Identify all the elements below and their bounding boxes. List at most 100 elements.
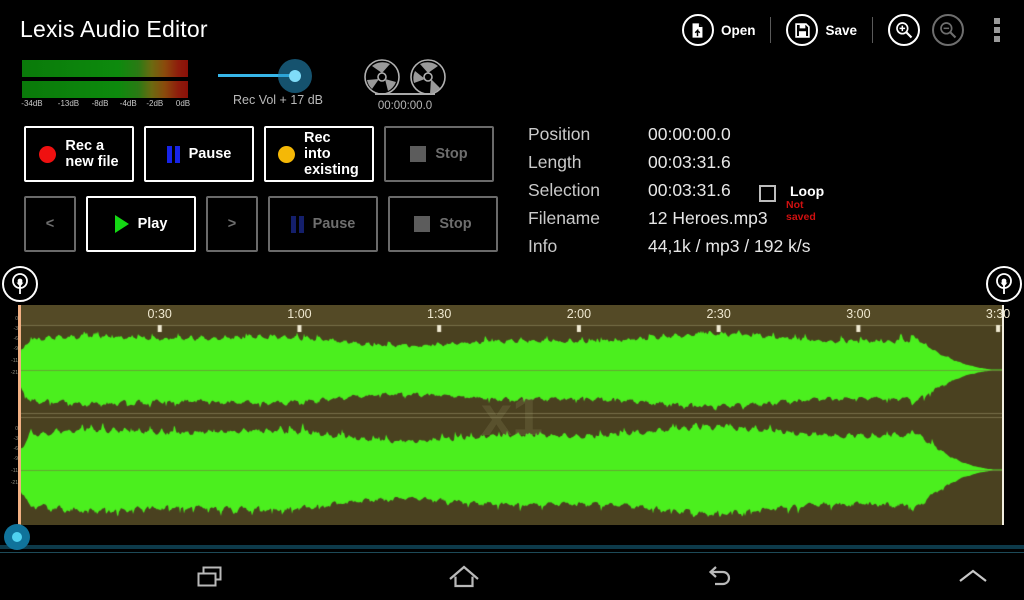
timeline-ruler[interactable]: 0:30 1:00 1:30 2:00 2:30 3:00 3:30	[20, 305, 1011, 325]
vu-scale-label: -2dB	[146, 99, 164, 108]
horizontal-scroll-track[interactable]	[0, 545, 1024, 549]
rec-volume-slider[interactable]: Rec Vol + 17 dB	[218, 58, 338, 107]
vu-meter-channel-left	[22, 60, 188, 77]
record-dot-yellow-icon	[278, 145, 295, 163]
vu-scale-label: -8dB	[91, 99, 109, 108]
vu-scale-label: -4dB	[119, 99, 137, 108]
playhead-cursor[interactable]	[18, 305, 21, 525]
vu-meter-channel-right	[22, 81, 188, 98]
timeline-label: 1:30	[427, 307, 452, 321]
top-toolbar: Open Save	[676, 8, 1010, 52]
loop-checkbox[interactable]	[759, 185, 776, 202]
rec-volume-track[interactable]	[218, 58, 338, 93]
play-pause-button-label: Pause	[312, 215, 356, 232]
play-stop-button-label: Stop	[439, 215, 472, 232]
page-title: Lexis Audio Editor	[20, 16, 208, 42]
timeline-label: 3:30	[985, 307, 1011, 321]
back-arrow-icon	[708, 565, 730, 585]
info-key: Info	[528, 236, 558, 256]
info-value: 00:03:31.6	[648, 180, 731, 200]
seek-forward-button[interactable]: >	[206, 196, 258, 252]
info-row: Selection 00:03:31.6 Loop	[528, 180, 824, 208]
transport-controls: Rec a new file Pause Rec into existing Stop…	[24, 126, 498, 252]
rec-stop-button[interactable]: Stop	[384, 126, 494, 182]
rec-into-existing-button-label: Rec into existing	[304, 129, 359, 179]
loop-label[interactable]: Loop	[790, 183, 824, 199]
android-navigation-bar	[0, 552, 1024, 600]
vu-scale-label: 0dB	[175, 99, 191, 108]
selection-pin-icon	[996, 273, 1012, 294]
info-row: Position 00:00:00.0	[528, 124, 810, 152]
play-button-label: Play	[137, 215, 168, 232]
rec-into-existing-button[interactable]: Rec into existing	[264, 126, 374, 182]
play-button[interactable]: Play	[86, 196, 196, 252]
timeline-label: 0:30	[147, 307, 172, 321]
play-stop-button[interactable]: Stop	[388, 196, 498, 252]
nav-recents-button[interactable]	[165, 553, 255, 600]
info-key: Filename	[528, 208, 600, 228]
seek-back-button-label: <	[45, 215, 55, 232]
rec-pause-button-label: Pause	[188, 145, 232, 162]
tape-reels-graphic	[360, 58, 450, 98]
open-button-label: Open	[720, 22, 756, 38]
nav-expand-button[interactable]	[928, 553, 1018, 600]
selection-start-pin[interactable]	[2, 266, 38, 302]
toolbar-divider	[770, 17, 772, 43]
stop-square-icon	[414, 216, 431, 232]
vu-scale-label: -34dB	[21, 99, 43, 108]
nav-home-button[interactable]	[419, 553, 509, 600]
seek-back-button[interactable]: <	[24, 196, 76, 252]
record-button-row: Rec a new file Pause Rec into existing Stop	[24, 126, 498, 182]
magnifier-minus-icon	[932, 14, 964, 46]
save-button[interactable]: Save	[780, 8, 863, 52]
zoom-level-watermark: x1	[480, 383, 544, 447]
playback-button-row: < Play > Pause Stop	[24, 196, 498, 252]
tape-reels-indicator: 00:00:00.0	[360, 58, 450, 112]
selection-end-pin[interactable]	[986, 266, 1022, 302]
timeline-label: 2:30	[706, 307, 731, 321]
rec-a-new-file-button[interactable]: Rec a new file	[24, 126, 134, 182]
info-value: 44,1k / mp3 / 192 k/s	[648, 236, 811, 256]
info-row: Info 44,1k / mp3 / 192 k/s	[528, 236, 810, 264]
vu-scale-label: -13dB	[57, 99, 80, 108]
timeline-label: 1:00	[287, 307, 312, 321]
rec-a-new-file-button-label: Rec a new file	[65, 137, 119, 170]
tape-reel-icon-right	[410, 59, 446, 95]
chevron-up-icon	[959, 569, 987, 582]
toolbar-divider-2	[872, 17, 873, 43]
not-saved-badge: Not saved	[786, 199, 816, 223]
info-value: 12 Heroes.mp3	[648, 208, 768, 228]
db-tick-label: -21	[10, 480, 18, 486]
waveform-view[interactable]: x1 0 -3 -6 -9 -11 -21 0 -3 -6 -9 -11 -21 0:30 1:00 1…	[0, 305, 1024, 525]
home-icon	[449, 565, 479, 587]
zoom-in-button[interactable]	[882, 8, 926, 52]
info-key: Position	[528, 124, 591, 144]
rec-pause-button[interactable]: Pause	[144, 126, 254, 182]
rec-stop-button-label: Stop	[435, 145, 468, 162]
timeline-label: 2:00	[566, 307, 592, 321]
rec-volume-knob[interactable]	[289, 70, 301, 82]
waveform-canvas-box[interactable]: x1	[20, 305, 1004, 525]
play-pause-button[interactable]: Pause	[268, 196, 378, 252]
timeline-label: 3:00	[846, 307, 871, 321]
record-timer: 00:00:00.0	[377, 100, 433, 112]
open-button[interactable]: Open	[676, 8, 762, 52]
seek-forward-button-label: >	[227, 215, 237, 232]
selection-end-marker[interactable]	[1002, 305, 1004, 525]
kebab-menu-icon[interactable]	[988, 12, 1006, 48]
nav-back-button[interactable]	[674, 553, 764, 600]
rec-volume-label: Rec Vol + 17 dB	[233, 93, 323, 107]
open-file-icon	[681, 14, 714, 46]
info-row: Length 00:03:31.6	[528, 152, 810, 180]
db-tick-label: -21	[10, 370, 18, 376]
info-panel: Position 00:00:00.0 Length 00:03:31.6 Select…	[528, 124, 824, 264]
horizontal-scroll-knob[interactable]	[4, 524, 30, 550]
zoom-out-button[interactable]	[926, 8, 970, 52]
lexis-audio-editor-window: Lexis Audio Editor Open Save -34dB -13dB…	[0, 0, 1024, 600]
info-row: Filename 12 Heroes.mp3 Not saved	[528, 199, 816, 236]
info-key: Length	[528, 152, 582, 172]
db-tick-label: -11	[11, 468, 18, 474]
info-key: Selection	[528, 180, 600, 200]
record-dot-red-icon	[39, 145, 57, 163]
save-disk-icon	[786, 14, 819, 46]
